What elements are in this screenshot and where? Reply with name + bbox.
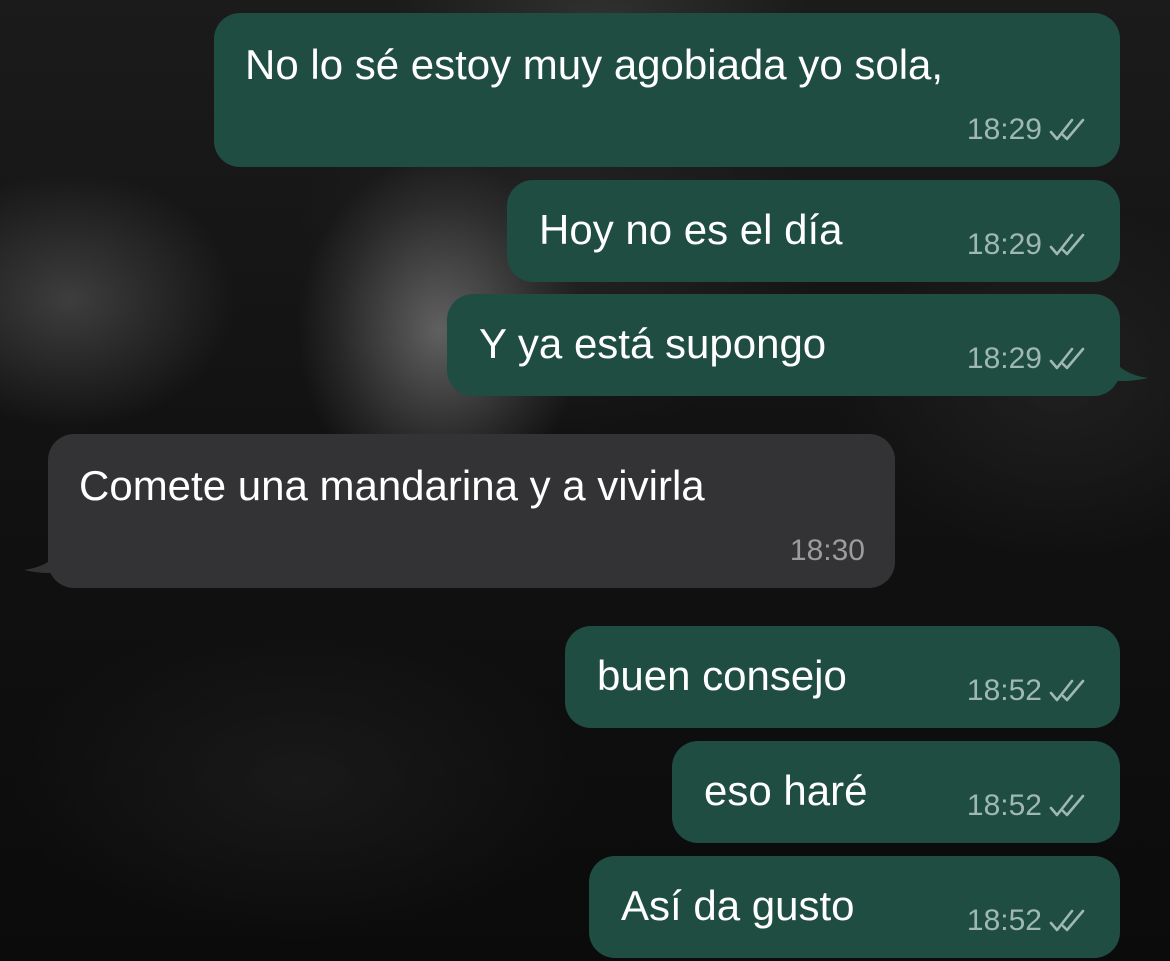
message-time: 18:30 [789, 534, 865, 567]
message-meta: 18:29 [967, 342, 1092, 376]
double-check-icon [1049, 347, 1085, 370]
message-time: 18:52 [966, 789, 1042, 822]
double-check-icon [1049, 679, 1085, 702]
message-time: 18:29 [966, 342, 1042, 375]
message-text: eso haré [704, 767, 868, 814]
double-check-icon [1049, 794, 1085, 817]
message-text: Hoy no es el día [539, 206, 843, 253]
outgoing-message-bubble[interactable]: Y ya está supongo 18:29 [447, 294, 1120, 396]
message-meta: 18:29 [967, 113, 1092, 147]
double-check-icon [1049, 118, 1085, 141]
outgoing-message-bubble[interactable]: buen consejo 18:52 [565, 626, 1120, 728]
message-time: 18:29 [966, 228, 1042, 261]
message-time: 18:29 [966, 113, 1042, 146]
message-text: Comete una mandarina y a vivirla [79, 462, 705, 509]
message-text: buen consejo [597, 652, 847, 699]
incoming-message-bubble[interactable]: Comete una mandarina y a vivirla 18:30 [48, 434, 895, 588]
message-time: 18:52 [966, 674, 1042, 707]
message-meta: 18:52 [967, 789, 1092, 823]
outgoing-message-bubble[interactable]: Así da gusto 18:52 [589, 856, 1120, 958]
message-meta: 18:30 [790, 534, 865, 568]
message-text: Y ya está supongo [479, 320, 827, 367]
double-check-icon [1049, 909, 1085, 932]
message-meta: 18:52 [967, 674, 1092, 708]
double-check-icon [1049, 233, 1085, 256]
message-text: Así da gusto [621, 882, 855, 929]
outgoing-message-bubble[interactable]: eso haré 18:52 [672, 741, 1120, 843]
message-time: 18:52 [966, 904, 1042, 937]
message-text: No lo sé estoy muy agobiada yo sola, [245, 41, 944, 88]
outgoing-bubble-tail [1106, 340, 1148, 382]
message-meta: 18:52 [967, 904, 1092, 938]
message-meta: 18:29 [967, 228, 1092, 262]
outgoing-message-bubble[interactable]: Hoy no es el día 18:29 [507, 180, 1120, 282]
outgoing-message-bubble[interactable]: No lo sé estoy muy agobiada yo sola, 18:… [214, 13, 1120, 167]
